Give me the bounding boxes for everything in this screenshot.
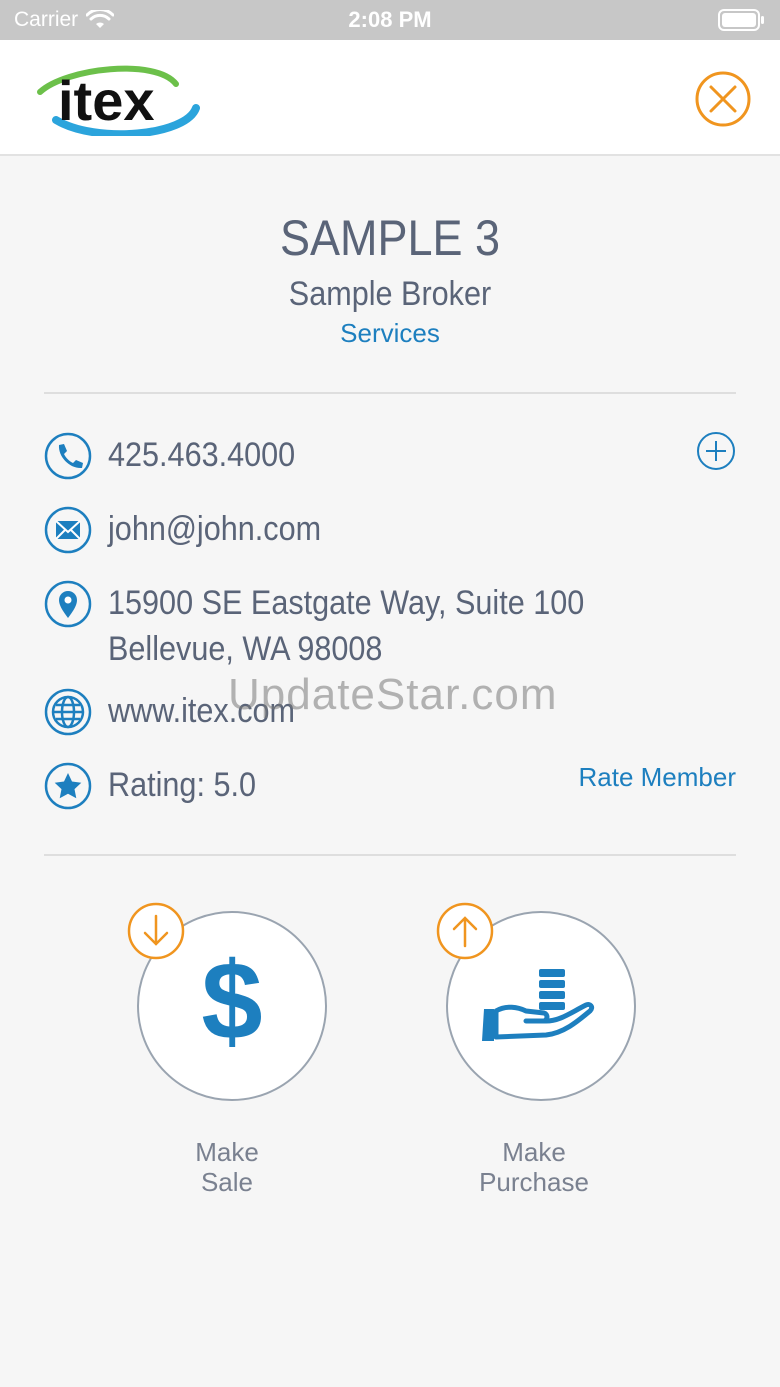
svg-text:$: $ — [201, 940, 262, 1063]
address[interactable]: 15900 SE Eastgate Way, Suite 100 Bellevu… — [108, 580, 584, 672]
divider-bottom — [44, 854, 736, 856]
rating-row: Rating: 5.0 — [44, 762, 272, 810]
make-purchase-label-line1: Make — [502, 1137, 566, 1167]
rating-value: Rating: 5.0 — [108, 766, 257, 804]
email-address[interactable]: john@john.com — [108, 506, 321, 552]
address-row[interactable]: 15900 SE Eastgate Way, Suite 100 Bellevu… — [44, 580, 637, 672]
email-row[interactable]: john@john.com — [44, 506, 345, 554]
member-header: SAMPLE 3 Sample Broker Services — [0, 208, 780, 350]
make-sale-label: Make Sale — [117, 1137, 337, 1197]
itex-logo: itex — [37, 65, 200, 136]
mail-icon — [44, 506, 92, 554]
divider-top — [44, 392, 736, 394]
make-sale-label-line1: Make — [195, 1137, 259, 1167]
close-icon — [709, 85, 737, 113]
address-line-2: Bellevue, WA 98008 — [108, 630, 383, 668]
plus-icon — [706, 441, 726, 461]
status-bar: Carrier 2:08 PM — [0, 0, 780, 40]
add-contact-button[interactable] — [696, 431, 736, 471]
phone-icon — [44, 432, 92, 480]
status-time: 2:08 PM — [348, 7, 432, 32]
globe-icon — [44, 688, 92, 736]
member-name: SAMPLE 3 — [279, 210, 501, 266]
nav-bar: itex — [0, 40, 780, 156]
make-purchase-label: Make Purchase — [424, 1137, 644, 1197]
location-pin-icon — [44, 580, 92, 628]
star-icon — [44, 762, 92, 810]
phone-row[interactable]: 425.463.4000 — [44, 432, 316, 480]
battery-icon — [718, 9, 764, 31]
make-sale-label-line2: Sale — [200, 1167, 254, 1197]
close-button[interactable] — [694, 70, 752, 128]
broker-name: Sample Broker — [288, 275, 492, 313]
make-purchase-label-line2: Purchase — [479, 1167, 589, 1197]
phone-number[interactable]: 425.463.4000 — [108, 432, 295, 478]
arrow-down-badge-icon — [127, 902, 185, 960]
website-url[interactable]: www.itex.com — [108, 688, 295, 734]
address-line-1: 15900 SE Eastgate Way, Suite 100 — [108, 584, 585, 622]
website-row[interactable]: www.itex.com — [44, 688, 316, 736]
arrow-up-badge-icon — [436, 902, 494, 960]
member-category[interactable]: Services — [0, 316, 780, 350]
logo-text: itex — [58, 69, 155, 132]
rate-member-link[interactable]: Rate Member — [579, 762, 737, 793]
